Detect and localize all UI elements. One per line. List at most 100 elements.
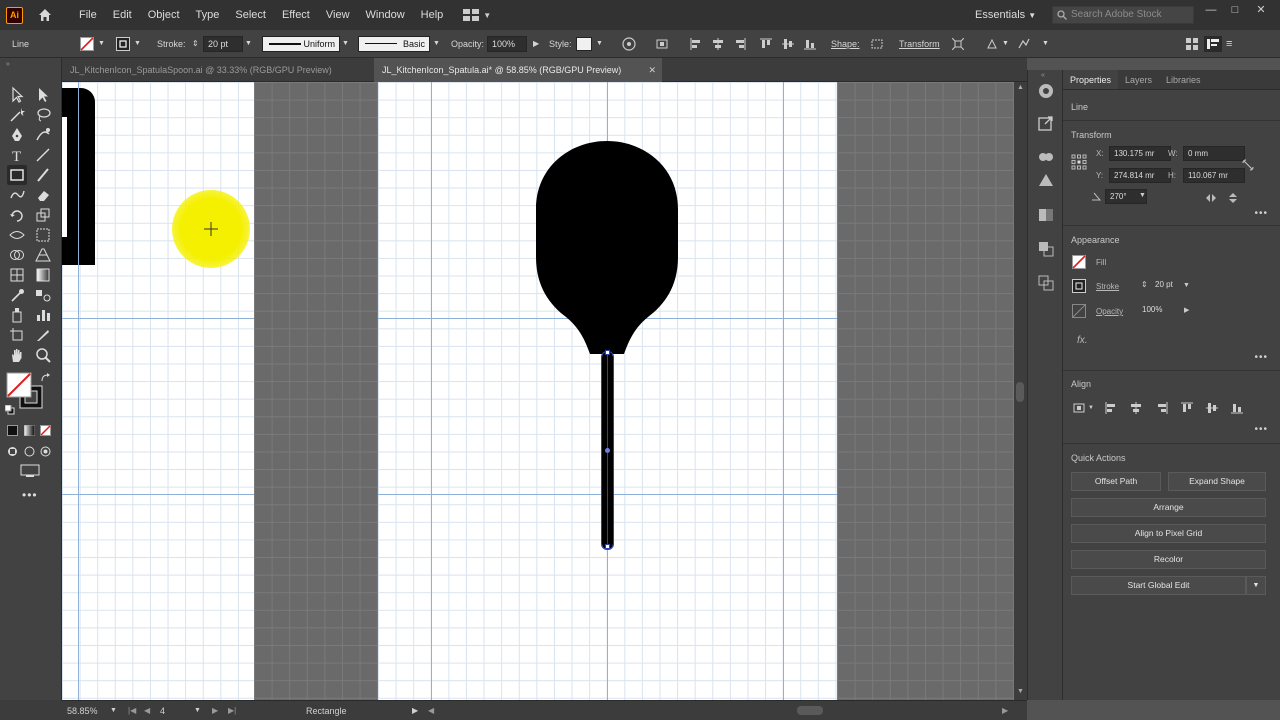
symbol-sprayer-tool-icon[interactable] bbox=[8, 306, 26, 324]
stepper-icon[interactable]: ⇕ bbox=[1141, 280, 1148, 289]
menu-window[interactable]: Window bbox=[358, 0, 413, 30]
none-mode-icon[interactable] bbox=[40, 425, 51, 436]
menu-object[interactable]: Object bbox=[140, 0, 188, 30]
gradient-mode-icon[interactable] bbox=[24, 425, 35, 436]
y-input[interactable]: 274.814 mr bbox=[1109, 168, 1171, 183]
chevron-right-icon[interactable]: ▶ bbox=[533, 30, 539, 58]
shape-link[interactable]: Shape: bbox=[831, 30, 860, 58]
chevron-down-icon[interactable]: ▼ bbox=[1042, 30, 1049, 58]
menu-select[interactable]: Select bbox=[227, 0, 274, 30]
more-options-icon[interactable]: ••• bbox=[1254, 424, 1268, 435]
isolate-object-icon[interactable] bbox=[952, 38, 964, 50]
zoom-tool-icon[interactable] bbox=[34, 346, 52, 364]
fill-none-swatch-icon[interactable] bbox=[80, 37, 94, 51]
width-tool-icon[interactable] bbox=[8, 226, 26, 244]
align-left-icon[interactable] bbox=[1105, 402, 1117, 414]
chevron-down-icon[interactable]: ▼ bbox=[1088, 405, 1094, 411]
lasso-tool-icon[interactable] bbox=[34, 106, 52, 124]
align-right-icon[interactable] bbox=[1156, 402, 1168, 414]
align-top-icon[interactable] bbox=[1181, 402, 1193, 414]
transparency-panel-icon[interactable] bbox=[1037, 206, 1055, 224]
arrange-documents-button[interactable]: ▼ bbox=[463, 9, 491, 21]
start-global-edit-button[interactable]: Start Global Edit bbox=[1071, 576, 1246, 595]
align-to-icon[interactable] bbox=[656, 38, 668, 50]
menu-view[interactable]: View bbox=[318, 0, 358, 30]
draw-inside-icon[interactable] bbox=[40, 446, 51, 457]
transform-link[interactable]: Transform bbox=[899, 30, 940, 58]
home-icon[interactable] bbox=[37, 7, 53, 23]
screen-mode-icon[interactable] bbox=[20, 464, 40, 478]
next-artboard-icon[interactable]: ▶ bbox=[212, 701, 218, 720]
arrange-button[interactable]: Arrange bbox=[1071, 498, 1266, 517]
default-fill-stroke-icon[interactable] bbox=[5, 405, 15, 415]
align-horizontal-center-icon[interactable] bbox=[712, 38, 724, 50]
chevron-down-icon[interactable]: ▼ bbox=[1002, 30, 1009, 58]
scroll-thumb[interactable] bbox=[1016, 382, 1024, 402]
hand-tool-icon[interactable] bbox=[8, 346, 26, 364]
chevron-down-icon[interactable]: ▼ bbox=[134, 30, 141, 58]
fill-none-swatch-icon[interactable] bbox=[1072, 255, 1086, 269]
artboard-number[interactable]: 4 bbox=[160, 701, 165, 720]
curvature-tool-icon[interactable] bbox=[34, 126, 52, 144]
reference-point-icon[interactable] bbox=[1071, 154, 1087, 170]
workspace-switcher[interactable]: Essentials ▼ bbox=[975, 0, 1036, 30]
align-left-icon[interactable] bbox=[690, 38, 702, 50]
direct-selection-tool-icon[interactable] bbox=[34, 86, 52, 104]
shape-bounds-icon[interactable] bbox=[871, 38, 883, 50]
properties-mode-toggle[interactable] bbox=[1204, 36, 1222, 52]
fill-stroke-control[interactable] bbox=[6, 372, 43, 409]
last-artboard-icon[interactable]: ▶| bbox=[228, 701, 236, 720]
align-top-icon[interactable] bbox=[760, 38, 772, 50]
h-input[interactable]: 110.067 mr bbox=[1183, 168, 1245, 183]
stroke-link[interactable]: Stroke bbox=[1096, 282, 1119, 291]
stepper-icon[interactable]: ⇕ bbox=[192, 30, 199, 58]
fx-icon[interactable]: fx. bbox=[1077, 335, 1088, 346]
w-input[interactable]: 0 mm bbox=[1183, 146, 1245, 161]
align-horizontal-center-icon[interactable] bbox=[1130, 402, 1142, 414]
menu-type[interactable]: Type bbox=[188, 0, 228, 30]
rectangle-tool-button[interactable] bbox=[7, 165, 27, 185]
stroke-swatch-icon[interactable] bbox=[1072, 279, 1086, 293]
puppet-warp-icon[interactable] bbox=[1018, 38, 1030, 50]
chevron-down-icon[interactable]: ▼ bbox=[110, 701, 117, 720]
stroke-weight-input[interactable]: 20 pt bbox=[203, 36, 243, 52]
brush-definition-select[interactable]: Basic bbox=[358, 36, 430, 52]
recolor-button[interactable]: Recolor bbox=[1071, 550, 1266, 569]
stock-search-input[interactable]: Search Adobe Stock bbox=[1052, 6, 1194, 24]
maximize-button[interactable]: □ bbox=[1224, 0, 1246, 22]
scale-tool-icon[interactable] bbox=[34, 206, 52, 224]
status-menu-icon[interactable]: ▶ bbox=[412, 701, 418, 720]
chevron-down-icon[interactable]: ▼ bbox=[342, 30, 349, 58]
align-right-icon[interactable] bbox=[734, 38, 746, 50]
menu-effect[interactable]: Effect bbox=[274, 0, 318, 30]
scroll-up-icon[interactable]: ▲ bbox=[1017, 84, 1024, 91]
x-input[interactable]: 130.175 mr bbox=[1109, 146, 1171, 161]
draw-behind-icon[interactable] bbox=[24, 446, 35, 457]
shape-builder-tool-icon[interactable] bbox=[8, 246, 26, 264]
eraser-tool-icon[interactable] bbox=[34, 186, 52, 204]
menu-edit[interactable]: Edit bbox=[105, 0, 140, 30]
eyedropper-tool-icon[interactable] bbox=[8, 286, 26, 304]
line-segment-tool-icon[interactable] bbox=[34, 146, 52, 164]
gradient-tool-icon[interactable] bbox=[34, 266, 52, 284]
minimize-button[interactable]: — bbox=[1200, 0, 1222, 22]
chevron-down-icon[interactable]: ▼ bbox=[596, 30, 603, 58]
selection-tool-icon[interactable] bbox=[8, 86, 26, 104]
pathfinder-panel-icon[interactable] bbox=[1037, 240, 1055, 258]
scroll-right-icon[interactable]: ▶ bbox=[1002, 701, 1008, 720]
opacity-input[interactable]: 100% bbox=[1138, 303, 1176, 318]
flip-vertical-icon[interactable] bbox=[1227, 192, 1239, 204]
align-vertical-center-icon[interactable] bbox=[1206, 402, 1218, 414]
global-edit-options-button[interactable]: ▼ bbox=[1246, 576, 1266, 595]
previous-artboard-icon[interactable]: ◀ bbox=[144, 701, 150, 720]
type-tool-icon[interactable]: T bbox=[8, 146, 26, 164]
align-bottom-icon[interactable] bbox=[1231, 402, 1243, 414]
anchor-point[interactable] bbox=[605, 350, 610, 355]
free-transform-tool-icon[interactable] bbox=[34, 226, 52, 244]
rotate-tool-icon[interactable] bbox=[8, 206, 26, 224]
menu-file[interactable]: File bbox=[71, 0, 105, 30]
close-window-button[interactable]: ✕ bbox=[1250, 0, 1272, 22]
chevron-down-icon[interactable]: ▼ bbox=[1183, 282, 1190, 289]
constrain-proportions-icon[interactable] bbox=[1241, 158, 1255, 172]
recolor-artwork-icon[interactable] bbox=[622, 37, 636, 51]
